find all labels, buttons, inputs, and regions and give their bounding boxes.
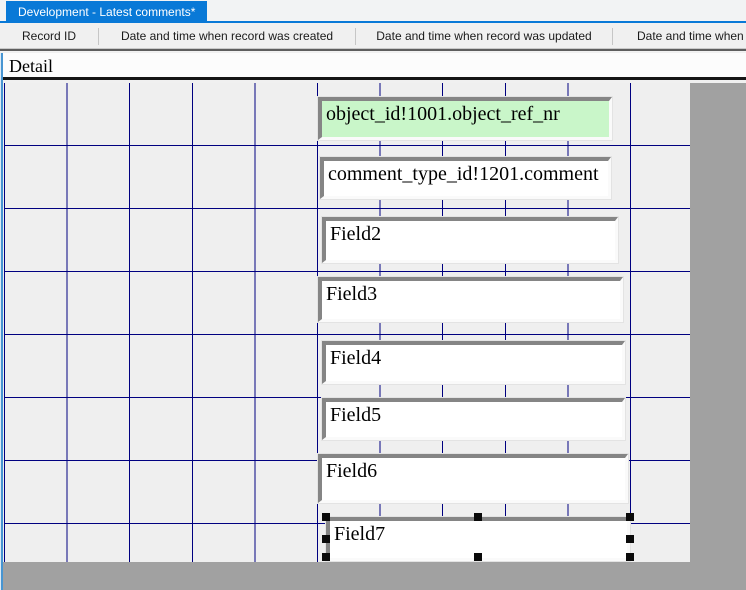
selection-handle-bottom-center[interactable] <box>474 553 482 561</box>
form-field-field3[interactable]: Field3 <box>318 277 623 322</box>
column-header-updated[interactable]: Date and time when record was updated <box>356 25 612 48</box>
outside-form-area-right <box>690 83 746 590</box>
form-field-field5[interactable]: Field5 <box>322 398 625 440</box>
form-field-object-ref-nr[interactable]: object_id!1001.object_ref_nr <box>318 97 612 140</box>
column-header-record-id[interactable]: Record ID <box>0 25 98 48</box>
designer-left-edge <box>0 53 3 590</box>
detail-section-bar[interactable]: Detail <box>3 53 746 80</box>
column-header-next[interactable]: Date and time when <box>613 25 746 48</box>
selection-handle-mid-left[interactable] <box>322 535 330 543</box>
tab-bar: Development - Latest comments* <box>0 0 746 23</box>
field-list-header: Record ID Date and time when record was … <box>0 25 746 48</box>
form-field-field2[interactable]: Field2 <box>322 217 618 263</box>
selection-handle-top-center[interactable] <box>474 513 482 521</box>
selection-handle-bottom-left[interactable] <box>322 553 330 561</box>
form-field-field6[interactable]: Field6 <box>318 454 628 503</box>
form-field-field4[interactable]: Field4 <box>322 341 625 384</box>
selection-handle-bottom-right[interactable] <box>626 553 634 561</box>
selection-handle-top-right[interactable] <box>626 513 634 521</box>
form-field-comment-type[interactable]: comment_type_id!1201.comment <box>320 157 611 199</box>
column-header-created[interactable]: Date and time when record was created <box>99 25 355 48</box>
tab-development-latest-comments[interactable]: Development - Latest comments* <box>6 1 207 23</box>
selection-handle-mid-right[interactable] <box>626 535 634 543</box>
selection-handle-top-left[interactable] <box>322 513 330 521</box>
outside-form-area-bottom <box>3 562 746 590</box>
